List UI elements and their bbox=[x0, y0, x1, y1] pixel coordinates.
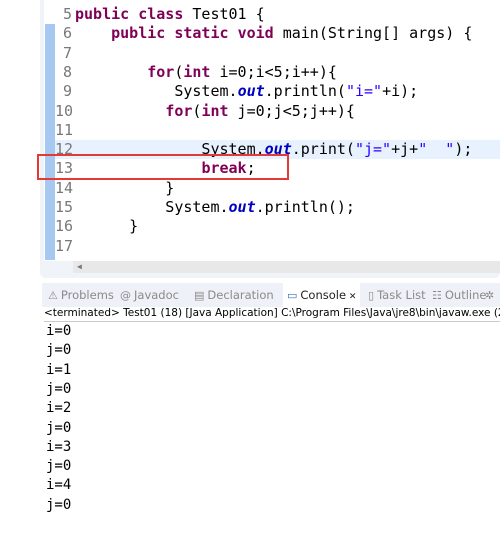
console-line: j=0 bbox=[46, 419, 72, 436]
code-line[interactable]: 7 bbox=[55, 44, 500, 63]
code-line[interactable]: 15 System.out.println(); bbox=[55, 198, 500, 217]
highlight-box bbox=[37, 154, 289, 180]
code-line[interactable]: 9 System.out.println("i="+i); bbox=[55, 82, 500, 101]
code-line[interactable]: 10 for(int j=0;j<5;j++){ bbox=[55, 102, 500, 121]
console-line: i=1 bbox=[46, 361, 72, 378]
tab-task-list[interactable]: ▯ Task List bbox=[368, 283, 426, 307]
code-line[interactable]: 17 bbox=[55, 237, 500, 256]
tab-label: Outline bbox=[444, 288, 487, 302]
tab-label: Task List bbox=[377, 288, 426, 302]
code-line[interactable]: 5 public class Test01 { bbox=[55, 5, 500, 24]
code-line[interactable]: 16 } bbox=[55, 217, 500, 236]
console-line: i=3 bbox=[46, 438, 72, 455]
tab-more[interactable]: ✲ bbox=[485, 283, 497, 307]
gear-icon: ✲ bbox=[485, 289, 495, 302]
outline-icon: ☷ bbox=[432, 289, 442, 302]
code-line[interactable]: 14 } bbox=[55, 179, 500, 198]
console-icon: ▭ bbox=[287, 289, 298, 302]
at-icon: @ bbox=[120, 289, 131, 302]
line-number: 7 bbox=[62, 43, 72, 62]
tab-console[interactable]: ▭ Console ✕ bbox=[283, 283, 361, 307]
tab-outline[interactable]: ☷ Outline bbox=[432, 283, 486, 307]
line-number: 11 bbox=[55, 120, 74, 139]
line-number: 5 bbox=[62, 5, 72, 23]
console-line: j=0 bbox=[46, 380, 72, 397]
line-number: 14 bbox=[55, 178, 74, 197]
console-line: j=0 bbox=[46, 496, 72, 513]
code-line[interactable]: 11 bbox=[55, 121, 500, 140]
line-number: 10 bbox=[55, 101, 74, 120]
tab-javadoc[interactable]: @ Javadoc bbox=[120, 283, 179, 307]
line-number: 9 bbox=[62, 82, 72, 101]
tab-label: Console bbox=[300, 288, 347, 302]
problems-icon: ⚠ bbox=[48, 289, 58, 302]
console-line: i=4 bbox=[46, 477, 72, 494]
code-line[interactable]: 8 for(int i=0;i<5;i++){ bbox=[55, 63, 500, 82]
change-ruler bbox=[45, 24, 55, 260]
console-line: i=2 bbox=[46, 400, 72, 417]
task-list-icon: ▯ bbox=[368, 289, 375, 302]
horizontal-scrollbar[interactable]: ◀ bbox=[73, 261, 500, 273]
tab-problems[interactable]: ⚠ Problems bbox=[48, 283, 114, 307]
tab-label: Javadoc bbox=[134, 288, 179, 302]
line-number: 6 bbox=[62, 24, 72, 43]
tab-declaration[interactable]: ▤ Declaration bbox=[194, 283, 274, 307]
console-line: j=0 bbox=[46, 458, 72, 475]
close-icon[interactable]: ✕ bbox=[346, 292, 357, 302]
view-tabs: ⚠ Problems @ Javadoc ▤ Declaration ▭ Console ✕ ▯… bbox=[42, 283, 500, 307]
tab-label: Problems bbox=[60, 288, 114, 302]
line-number: 17 bbox=[55, 236, 74, 255]
code-line[interactable]: 6 public static void main(String[] args)… bbox=[55, 24, 500, 43]
line-number: 15 bbox=[55, 198, 74, 216]
line-number: 16 bbox=[55, 217, 74, 236]
tab-label: Declaration bbox=[207, 288, 274, 302]
console-line: j=0 bbox=[46, 342, 72, 359]
console-line: i=0 bbox=[46, 323, 72, 339]
declaration-icon: ▤ bbox=[194, 289, 205, 302]
console-header: <terminated> Test01 (18) [Java Applicati… bbox=[44, 306, 500, 322]
line-number: 8 bbox=[62, 62, 72, 81]
